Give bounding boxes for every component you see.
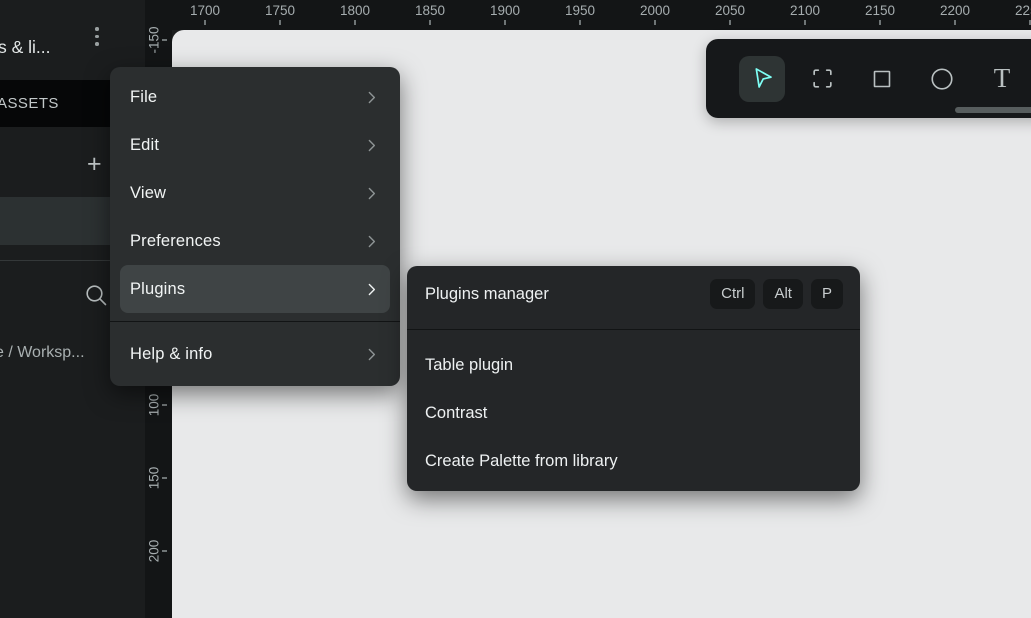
menu-item-label: Preferences — [130, 232, 221, 251]
ruler-tick — [729, 20, 731, 25]
shortcut-key-badge: Alt — [763, 279, 803, 309]
ruler-label: 1750 — [265, 3, 295, 18]
submenu-item-label: Create Palette from library — [425, 452, 618, 471]
ruler-label: 2050 — [715, 3, 745, 18]
ruler-label: 2150 — [865, 3, 895, 18]
submenu-item-create-palette-from-library[interactable]: Create Palette from library — [407, 437, 860, 485]
menu-item-view[interactable]: View — [110, 169, 400, 217]
ruler-tick — [354, 20, 356, 25]
shortcut-key-badge: P — [811, 279, 843, 309]
toolbar-scrollbar[interactable] — [955, 107, 1031, 113]
ruler-tick — [204, 20, 206, 25]
add-asset-button[interactable]: + — [87, 152, 102, 177]
submenu-item-label: Plugins manager — [425, 285, 549, 304]
rectangle-icon — [870, 67, 894, 91]
ruler-tick — [879, 20, 881, 25]
ruler-label: 2200 — [940, 3, 970, 18]
ruler-label: 2000 — [640, 3, 670, 18]
chevron-right-icon — [363, 233, 380, 250]
menu-item-label: File — [130, 88, 157, 107]
menu-item-file[interactable]: File — [110, 73, 400, 121]
menu-item-preferences[interactable]: Preferences — [110, 217, 400, 265]
ruler-label: 100 — [147, 394, 162, 417]
chevron-right-icon — [363, 185, 380, 202]
ruler-tick — [504, 20, 506, 25]
shortcut-badges: Ctrl Alt P — [710, 279, 843, 309]
library-breadcrumb[interactable]: e / Worksp... — [0, 344, 85, 362]
chevron-right-icon — [363, 89, 380, 106]
tool-text[interactable]: T — [979, 56, 1025, 102]
ruler-tick — [429, 20, 431, 25]
search-icon[interactable] — [85, 284, 108, 312]
ruler-tick — [279, 20, 281, 25]
ruler-tick — [162, 477, 167, 479]
menu-item-help-info[interactable]: Help & info — [110, 330, 400, 378]
ruler-tick — [579, 20, 581, 25]
kebab-menu-icon[interactable] — [95, 27, 99, 46]
submenu-item-table-plugin[interactable]: Table plugin — [407, 341, 860, 389]
ruler-label: 1700 — [190, 3, 220, 18]
tool-rectangle[interactable] — [859, 56, 905, 102]
tool-board[interactable] — [799, 56, 845, 102]
ruler-label: 200 — [147, 540, 162, 563]
text-icon: T — [994, 65, 1011, 92]
menu-item-label: Plugins — [130, 280, 185, 299]
ruler-label: 150 — [147, 467, 162, 490]
ruler-tick — [162, 39, 167, 41]
chevron-right-icon — [363, 346, 380, 363]
chevron-right-icon — [363, 137, 380, 154]
submenu-item-label: Contrast — [425, 404, 487, 423]
ruler-label: 1900 — [490, 3, 520, 18]
menu-item-plugins[interactable]: Plugins — [120, 265, 390, 313]
ruler-label: 2100 — [790, 3, 820, 18]
ellipse-icon — [929, 66, 955, 92]
ruler-label: 1950 — [565, 3, 595, 18]
horizontal-ruler[interactable]: 1700 1750 1800 1850 1900 1950 2000 2050 2100 2150… — [145, 0, 1031, 30]
ruler-label: 1850 — [415, 3, 445, 18]
submenu-separator — [407, 329, 860, 330]
ruler-tick — [654, 20, 656, 25]
tool-pointer[interactable] — [739, 56, 785, 102]
menu-item-label: View — [130, 184, 166, 203]
tool-ellipse[interactable] — [919, 56, 965, 102]
ruler-tick — [162, 550, 167, 552]
menu-item-label: Edit — [130, 136, 159, 155]
chevron-right-icon — [363, 281, 380, 298]
submenu-item-contrast[interactable]: Contrast — [407, 389, 860, 437]
shortcut-key-badge: Ctrl — [710, 279, 755, 309]
menu-item-edit[interactable]: Edit — [110, 121, 400, 169]
board-frame-icon — [810, 66, 835, 91]
submenu-item-plugins-manager[interactable]: Plugins manager Ctrl Alt P — [407, 270, 860, 318]
ruler-label: 1800 — [340, 3, 370, 18]
plugins-submenu: Plugins manager Ctrl Alt P Table plugin Contr… — [407, 266, 860, 491]
ruler-tick — [804, 20, 806, 25]
cursor-pointer-icon — [749, 65, 776, 92]
design-toolbar: T — [706, 39, 1031, 118]
ruler-label: 2250 — [1015, 3, 1031, 18]
main-menu: File Edit View Preferences Plugins Help & inf… — [110, 67, 400, 386]
ruler-tick — [162, 404, 167, 406]
sidebar-title: s & li... — [0, 37, 51, 58]
menu-item-label: Help & info — [130, 345, 213, 364]
submenu-item-label: Table plugin — [425, 356, 513, 375]
ruler-tick — [954, 20, 956, 25]
ruler-label: -150 — [147, 26, 162, 53]
menu-separator — [110, 321, 400, 322]
